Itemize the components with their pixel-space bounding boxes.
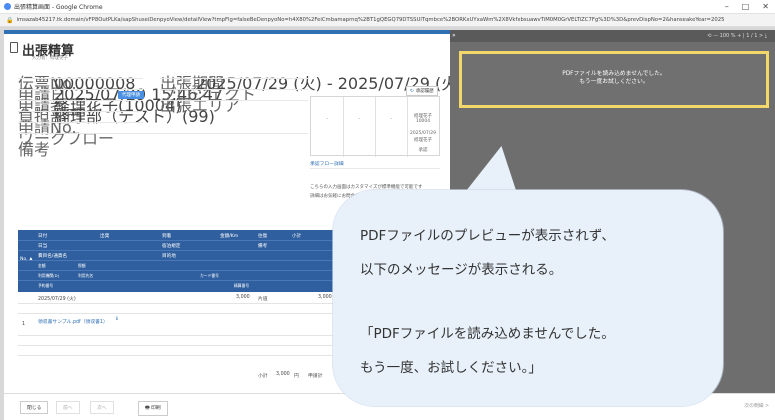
approval-grid: - - - 経理花子 10004 2025/07/29 経理花子 承認 [310,96,440,157]
annotation-balloon: PDFファイルのプレビューが表示されず、 以下のメッセージが表示される。 「PD… [333,190,723,406]
col-remarks: 備考 [258,244,268,249]
col-amount-km: 金額/Km [220,234,239,239]
col-date: 日付 [38,234,48,239]
pdf-error-message: PDFファイルを読み込めませんでした。 もう一度お試しください。 [459,51,769,108]
row-subtotal: 3,000 [318,295,332,300]
pdf-toolbar: » ⟲ — 100 % + | 1 / 1 > ⤓ [450,30,775,42]
col-destination: 目的地 [162,254,176,259]
col-card-number: カード番号 [200,273,219,278]
top-accent-strip [4,30,450,34]
field-remarks: 備考 [18,140,51,159]
close-window-button[interactable]: ✕ [762,2,769,11]
divider [160,78,308,79]
col-expense-item: 費目名/通貨名 [38,254,68,259]
approval-cell: - [390,117,392,122]
total-unit: 円 [294,374,299,379]
receipt-file-link[interactable]: 領収書サンプル.pdf（領収書1） [38,318,108,325]
col-settlement: 精算番号 [234,283,250,288]
approval-cell: - [358,117,360,122]
col-from: 出発 [100,234,110,239]
col-tax: 税額 [78,263,86,268]
document-icon [10,42,18,53]
page-subtitle: 入力者：経理花子 [32,56,68,61]
window-titlebar: 出張精算画面 - Google Chrome – □ ✕ [0,0,775,14]
balloon-line-3: 「PDFファイルを読み込めませんでした。 [360,326,615,342]
next-item-button[interactable]: 次の明細 > [744,402,769,409]
address-bar[interactable]: 🔒 imsazab45217.tk.domain/vFP8OutPLKa/sap… [0,14,775,27]
proxy-apply-button[interactable]: 代理申請 [118,91,144,99]
col-reservation: 予約番号 [38,283,54,288]
balloon-line-1: PDFファイルのプレビューが表示されず、 [360,228,615,244]
collapse-icon[interactable]: » [452,32,456,39]
window-controls: – □ ✕ [725,2,769,11]
divider [18,133,308,134]
print-button[interactable]: 🖶 印刷 [138,401,168,416]
window-title: 出張精算画面 - Google Chrome [14,4,103,11]
row-number: 1 [22,322,26,327]
col-usage-name: 利用先名 [78,273,94,278]
divider [160,89,308,90]
balloon-line-4: もう一度、お試しください。」 [360,360,542,376]
chrome-icon [4,3,11,10]
divider [18,122,143,123]
col-daily-allowance: 日当 [38,244,48,249]
approval-history-button[interactable]: ↻ 承認履歴 [406,86,438,96]
minimize-button[interactable]: – [725,2,729,11]
pdf-error-line-1: PDFファイルを読み込めませんでした。 [562,71,666,77]
col-amount: 金額 [38,263,46,268]
field-trip-area: 出張エリア [160,96,241,115]
info-icon[interactable]: ℹ [116,317,118,322]
approval-date: 2025/07/29 [410,131,436,136]
approval-cell: - [326,117,328,122]
url-text[interactable]: imsazab45217.tk.domain/vFP8OutPLKa/sapSh… [16,17,724,23]
balloon-line-2: 以下のメッセージが表示される。 [360,262,563,278]
lock-icon: 🔒 [6,16,14,24]
row-date: 2025/07/29 (火) [38,297,76,302]
prev-button[interactable]: 前へ [56,401,80,414]
col-to: 到着 [162,234,172,239]
pdf-error-line-2: もう一度お試しください。 [579,78,649,85]
col-agency: 利用機関(D) [38,273,60,278]
history-icon: ↻ [410,89,414,94]
total-right-label: 申請計 [308,374,323,379]
maximize-button[interactable]: □ [742,2,750,11]
close-button[interactable]: 閉じる [20,401,49,414]
divider [18,111,143,112]
next-button[interactable]: 次へ [90,401,114,414]
approver-name-2: 経理花子 [414,138,432,143]
divider [310,168,440,169]
divider [18,100,143,101]
pdf-zoom-controls[interactable]: ⟲ — 100 % + | 1 / 1 > ⤓ [707,33,767,39]
approval-status: 承認 [418,148,428,153]
col-subtotal: 小計 [292,234,302,239]
row-amount: 3,000 [236,295,250,300]
col-roundtrip: 往復 [258,234,268,239]
divider [18,89,143,90]
approval-flow-link[interactable]: 承認フロー詳細 [310,160,344,167]
row-unit: 片道 [258,297,268,302]
divider [18,78,143,79]
total-value: 3,000 [276,372,290,377]
total-label: 小計 [258,374,268,379]
divider [160,100,308,101]
approver-id: 10004 [415,119,431,124]
col-lodging-rule: 宿泊規定 [162,244,181,249]
